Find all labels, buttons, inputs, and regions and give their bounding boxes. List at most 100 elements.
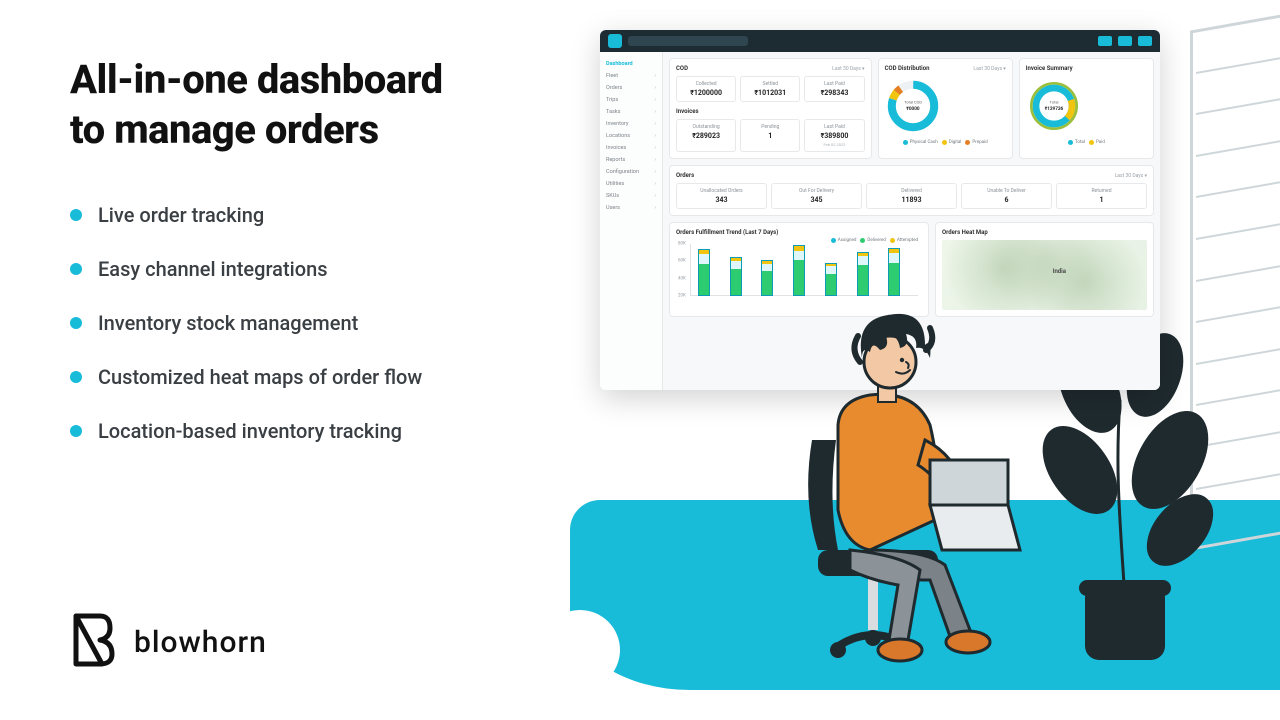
window-close-icon[interactable] (1138, 36, 1152, 46)
chevron-right-icon: › (654, 73, 656, 79)
sidebar-item-dashboard[interactable]: Dashboard (600, 58, 662, 70)
chevron-right-icon: › (654, 85, 656, 91)
range-dropdown[interactable]: Last 30 Days ▾ (973, 66, 1005, 72)
chevron-right-icon: › (654, 157, 656, 163)
stat-value: ₹298343 (807, 89, 861, 97)
stat-ofd: Out For Delivery 345 (771, 183, 862, 209)
stat-label: Outstanding (679, 124, 733, 130)
legend: AssignedDeliveredAttempted (831, 238, 918, 243)
svg-text:₹129736: ₹129736 (1045, 106, 1064, 112)
chevron-right-icon: › (654, 181, 656, 187)
stat-value: ₹289023 (679, 132, 733, 140)
stat-label: Last Paid (807, 124, 861, 130)
stat-label: Settled (743, 81, 797, 87)
y-tick-label: 80K (678, 242, 686, 247)
headline: All-in-one dashboard to manage orders (70, 55, 590, 155)
stat-value: ₹1012031 (743, 89, 797, 97)
stat-label: Returned (1059, 188, 1144, 194)
bar (698, 249, 710, 296)
stat-outstanding: Outstanding ₹289023 (676, 119, 736, 152)
invoice-summary-card: Invoice Summary Total ₹129736 Total Paid (1019, 58, 1154, 159)
sidebar-item-configuration[interactable]: Configuration› (600, 166, 662, 178)
bullet-icon (70, 317, 82, 329)
brand-name: blowhorn (134, 625, 267, 660)
feature-text: Inventory stock management (98, 311, 358, 335)
sidebar-label: Utilities (606, 181, 624, 187)
legend-label: Delivered (867, 238, 885, 243)
card-title: Orders Heat Map (942, 229, 988, 236)
bullet-icon (70, 209, 82, 221)
legend-label: Paid (1096, 140, 1105, 145)
sidebar-item-trips[interactable]: Trips› (600, 94, 662, 106)
window-min-icon[interactable] (1098, 36, 1112, 46)
stat-value: 1 (1059, 196, 1144, 204)
stat-value: 343 (679, 196, 764, 204)
donut-chart-icon: Total ₹129736 (1026, 78, 1082, 134)
sidebar-label: Fleet (606, 73, 618, 79)
stat-pending: Pending1 (740, 119, 800, 152)
stat-unallocated: Unallocated Orders 343 (676, 183, 767, 209)
legend-label: Attempted (897, 238, 918, 243)
sidebar-label: SKUs (606, 193, 619, 199)
stat-returned: Returned 1 (1056, 183, 1147, 209)
sidebar-item-inventory[interactable]: Inventory › (600, 118, 662, 130)
chevron-right-icon: › (654, 145, 656, 151)
stat-label: Collected (679, 81, 733, 87)
stat-value: 11893 (869, 196, 954, 204)
chevron-right-icon: › (654, 121, 656, 127)
feature-item: Customized heat maps of order flow (70, 365, 590, 389)
sidebar-item-users[interactable]: Users› (600, 202, 662, 214)
chevron-right-icon: › (654, 133, 656, 139)
svg-text:₹0000: ₹0000 (906, 106, 919, 112)
sidebar-item-skus[interactable]: SKUs› (600, 190, 662, 202)
map-country-label: India (1053, 268, 1066, 275)
brand-logo-icon (70, 612, 116, 672)
svg-text:Total: Total (1049, 99, 1058, 104)
svg-text:Total COD: Total COD (904, 99, 922, 104)
sidebar-label: Dashboard (606, 61, 633, 67)
stat-value: 1 (743, 132, 797, 140)
cod-distribution-card: COD DistributionLast 30 Days ▾ Total COD… (878, 58, 1013, 159)
feature-item: Easy channel integrations (70, 257, 590, 281)
sidebar-item-utilities[interactable]: Utilities › (600, 178, 662, 190)
range-dropdown[interactable]: Last 30 Days ▾ (832, 66, 864, 72)
legend-label: Prepaid (972, 140, 987, 145)
app-logo-icon (608, 34, 622, 48)
feature-text: Customized heat maps of order flow (98, 365, 422, 389)
feature-item: Inventory stock management (70, 311, 590, 335)
stat-label: Last Paid (807, 81, 861, 87)
legend-label: Digital (949, 140, 962, 145)
stat-settled: Settled ₹1012031 (740, 76, 800, 102)
sidebar-item-locations[interactable]: Locations› (600, 130, 662, 142)
bullet-icon (70, 371, 82, 383)
stat-inv-lastpaid: Last Paid₹389800Feb 02 2022 (804, 119, 864, 152)
feature-text: Location-based inventory tracking (98, 419, 402, 443)
card-title: COD (676, 65, 688, 72)
window-max-icon[interactable] (1118, 36, 1132, 46)
range-dropdown[interactable]: Last 30 Days ▾ (1115, 173, 1147, 179)
headline-line-1: All-in-one dashboard (70, 56, 443, 103)
stat-label: Out For Delivery (774, 188, 859, 194)
sidebar-item-reports[interactable]: Reports› (600, 154, 662, 166)
search-input[interactable] (628, 36, 748, 46)
card-title: Orders (676, 172, 694, 179)
stat-lastpaid: Last Paid ₹298343 (804, 76, 864, 102)
sidebar-label: Inventory (606, 121, 629, 127)
sidebar-item-tasks[interactable]: Tasks› (600, 106, 662, 118)
sidebar-label: Orders (606, 85, 622, 91)
sidebar-item-orders[interactable]: Orders › (600, 82, 662, 94)
sidebar-item-fleet[interactable]: Fleet › (600, 70, 662, 82)
sidebar: Dashboard Fleet › Orders › Trips› Tasks› I… (600, 52, 663, 390)
chevron-right-icon: › (654, 169, 656, 175)
stat-value: 345 (774, 196, 859, 204)
headline-line-2: to manage orders (70, 106, 379, 153)
stat-label: Unallocated Orders (679, 188, 764, 194)
stat-collected: Collected₹1200000 (676, 76, 736, 102)
legend-label: Physical Cash (910, 140, 938, 145)
stat-label: Delivered (869, 188, 954, 194)
cod-card: COD Last 30 Days ▾ Collected₹1200000 Sett… (669, 58, 872, 159)
orders-card: Orders Last 30 Days ▾ Unallocated Orders 3… (669, 165, 1154, 216)
sidebar-item-invoices[interactable]: Invoices› (600, 142, 662, 154)
y-tick-label: 60K (678, 259, 686, 264)
stat-sub: Feb 02 2022 (807, 142, 861, 147)
